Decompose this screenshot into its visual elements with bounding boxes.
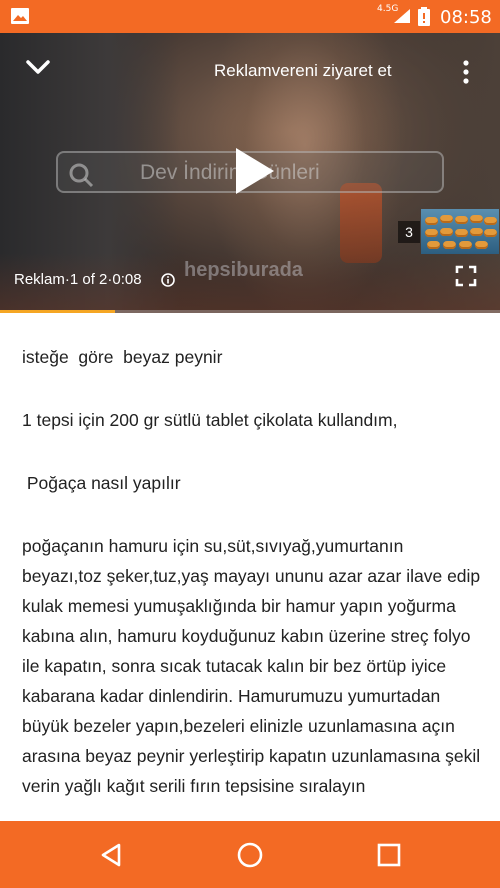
play-icon[interactable]: [230, 145, 278, 197]
search-icon: [69, 163, 94, 188]
thumb-pastry: [440, 228, 453, 236]
thumb-pastry: [484, 229, 497, 237]
thumb-pastry: [425, 217, 438, 225]
thumb-pastry: [440, 215, 453, 223]
article-content: isteğe göre beyaz peynir 1 tepsi için 20…: [0, 313, 500, 821]
thumb-pastry: [455, 229, 468, 237]
article-line: 1 tepsi için 200 gr sütlü tablet çikolat…: [22, 410, 398, 430]
thumb-pastry: [470, 228, 483, 236]
gallery-icon: [11, 8, 29, 24]
back-icon[interactable]: [94, 838, 128, 872]
more-options-icon[interactable]: [456, 57, 476, 87]
fullscreen-icon[interactable]: [455, 265, 477, 287]
video-player[interactable]: Dev İndirim Günleri hepsiburada Reklamve…: [0, 33, 500, 313]
article-paragraph: poğaçanın hamuru için su,süt,sıvıyağ,yum…: [22, 536, 481, 796]
thumb-pastry: [470, 215, 483, 223]
thumb-pastry: [425, 229, 438, 237]
info-icon[interactable]: [160, 272, 176, 288]
home-icon[interactable]: [233, 838, 267, 872]
article-line: isteğe göre beyaz peynir: [22, 347, 223, 367]
thumb-pastry: [459, 241, 472, 249]
ad-counter: Reklam·1 of 2·0:08: [14, 271, 142, 288]
signal-icon: [394, 9, 410, 23]
brand-logo: hepsiburada: [184, 259, 303, 281]
status-bar: 4.5G 08:58: [0, 0, 500, 33]
clock: 08:58: [440, 7, 492, 28]
thumb-pastry: [475, 241, 488, 249]
battery-icon: [418, 7, 430, 26]
thumb-pastry: [443, 241, 456, 249]
visit-advertiser-link[interactable]: Reklamvereni ziyaret et: [214, 61, 392, 81]
article-line: Poğaça nasıl yapılır: [22, 473, 181, 493]
navigation-bar: [0, 821, 500, 888]
thumb-pastry: [455, 216, 468, 224]
recents-icon[interactable]: [372, 838, 406, 872]
video-mug: [340, 183, 382, 263]
thumb-pastry: [484, 217, 497, 225]
thumb-pastry: [427, 241, 440, 249]
thumbnail-count: 3: [398, 221, 420, 243]
chevron-down-icon[interactable]: [22, 53, 54, 81]
ad-thumbnail[interactable]: [421, 209, 499, 254]
